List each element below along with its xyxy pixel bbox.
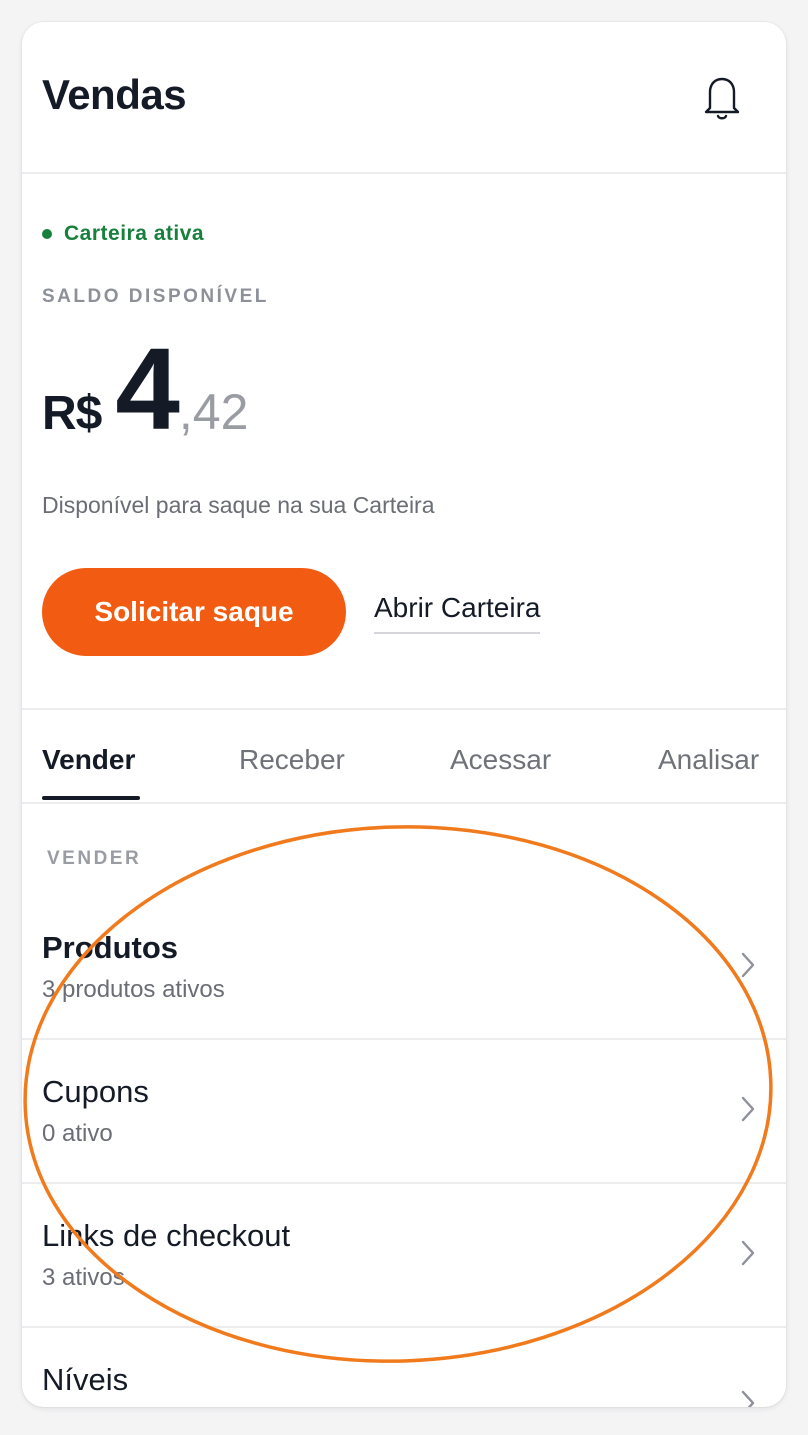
- balance-cents: ,42: [178, 384, 249, 440]
- wallet-status-badge: Carteira ativa: [42, 222, 204, 246]
- list-item-title: Cupons: [42, 1074, 149, 1109]
- sell-options-list: Produtos 3 produtos ativos Cupons 0 ativ…: [22, 896, 786, 1407]
- balance-integer: 4: [115, 324, 179, 454]
- withdraw-button[interactable]: Solicitar saque: [42, 568, 346, 656]
- list-item-title: Níveis: [42, 1362, 129, 1397]
- page-header: Vendas: [22, 22, 786, 174]
- list-item-subtitle: 3 ativos: [42, 1264, 125, 1291]
- balance-currency: R$: [42, 387, 102, 440]
- tab-receber[interactable]: Receber: [239, 744, 345, 776]
- list-item-subtitle: 3 produtos ativos: [42, 976, 225, 1003]
- chevron-right-icon: [741, 952, 755, 978]
- balance-label: SALDO DISPONÍVEL: [42, 286, 269, 307]
- tab-vender[interactable]: Vender: [42, 744, 135, 776]
- page-title: Vendas: [42, 71, 187, 118]
- tab-acessar[interactable]: Acessar: [450, 744, 551, 776]
- list-item-subtitle: 0 ativo: [42, 1120, 113, 1147]
- chevron-right-icon: [741, 1096, 755, 1122]
- balance-amount: R$ 4 ,42: [42, 324, 249, 454]
- list-item-produtos[interactable]: Produtos 3 produtos ativos: [22, 896, 786, 1040]
- bell-icon[interactable]: [698, 70, 746, 122]
- list-item-cupons[interactable]: Cupons 0 ativo: [22, 1040, 786, 1184]
- open-wallet-link[interactable]: Abrir Carteira: [374, 592, 541, 634]
- section-label: VENDER: [47, 848, 142, 869]
- status-dot-icon: [42, 229, 52, 239]
- chevron-right-icon: [741, 1390, 755, 1407]
- active-tab-indicator: [42, 796, 140, 800]
- chevron-right-icon: [741, 1240, 755, 1266]
- list-item-links-de-checkout[interactable]: Links de checkout 3 ativos: [22, 1184, 786, 1328]
- list-item-title: Links de checkout: [42, 1218, 291, 1253]
- wallet-status-text: Carteira ativa: [64, 222, 205, 245]
- list-item-niveis[interactable]: Níveis: [22, 1328, 786, 1407]
- balance-description: Disponível para saque na sua Carteira: [42, 492, 435, 518]
- tab-bar: Vender Receber Acessar Analisar: [22, 708, 786, 804]
- sales-screen: Vendas Carteira ativa SALDO DISPONÍVEL R…: [22, 22, 786, 1407]
- list-item-title: Produtos: [42, 930, 179, 965]
- tab-analisar[interactable]: Analisar: [658, 744, 759, 776]
